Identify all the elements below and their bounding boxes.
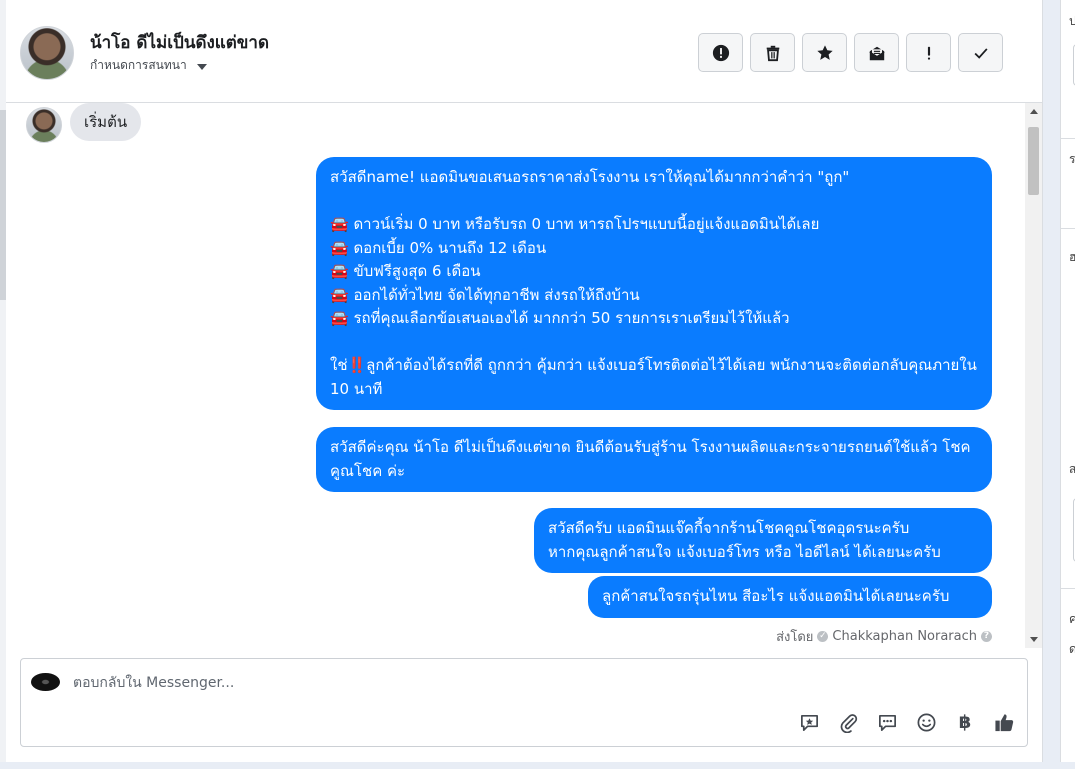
attachment-button[interactable]: [837, 711, 859, 733]
conversation-panel: น้าโอ ดีไม่เป็นดึงแต่ขาด กำหนดการสนทนา เ…: [6, 0, 1043, 762]
assign-conversation-dropdown[interactable]: กำหนดการสนทนา: [90, 56, 207, 75]
outgoing-message: สวัสดีname! แอดมินขอเสนอรถราคาส่งโรงงาน …: [316, 157, 992, 410]
side-panel-label: ส: [1069, 462, 1075, 476]
composer-tools: ฿: [798, 711, 1015, 733]
reply-input[interactable]: [73, 673, 973, 693]
divider: [1061, 588, 1075, 589]
saved-replies-button[interactable]: [876, 711, 898, 733]
conversation-header: น้าโอ ดีไม่เป็นดึงแต่ขาด กำหนดการสนทนา: [6, 0, 1042, 103]
contact-name[interactable]: น้าโอ ดีไม่เป็นดึงแต่ขาด: [90, 29, 269, 56]
star-icon: [816, 44, 833, 60]
sent-by-label: ส่งโดย ✓ Chakkaphan Norarach ?: [776, 626, 992, 647]
thread-scrollbar[interactable]: [1025, 103, 1042, 648]
sent-by-prefix: ส่งโดย: [776, 630, 814, 645]
page-logo: [31, 673, 60, 691]
message-thread: เริ่มต้น สวัสดีname! แอดมินขอเสนอรถราคาส…: [6, 103, 1042, 648]
caret-down-icon: [196, 63, 207, 70]
follow-up-button[interactable]: [906, 33, 951, 72]
outgoing-message: ลูกค้าสนใจรถรุ่นไหน สีอะไร แจ้งแอดมินได้…: [588, 576, 992, 618]
scroll-thumb[interactable]: [1028, 127, 1039, 195]
trash-icon: [766, 45, 779, 61]
like-button[interactable]: [993, 711, 1015, 733]
star-button[interactable]: [802, 33, 847, 72]
alert-circle-icon: [712, 44, 729, 61]
scroll-up-arrow-icon[interactable]: [1030, 109, 1038, 114]
mark-unread-button[interactable]: [854, 33, 899, 72]
divider: [1061, 138, 1075, 139]
bottom-strip: [0, 762, 1075, 769]
side-panel-label: ป: [1069, 14, 1075, 28]
baht-payment-icon: ฿: [958, 711, 972, 733]
attachment-icon: [840, 713, 857, 733]
assign-label: กำหนดการสนทนา: [90, 58, 187, 72]
side-panel-label: ด: [1069, 642, 1075, 656]
help-icon[interactable]: ?: [981, 631, 992, 642]
side-panel-label: ฮ: [1069, 250, 1075, 264]
mark-done-button[interactable]: [958, 33, 1003, 72]
sent-by-name: Chakkaphan Norarach: [832, 629, 977, 644]
incoming-message: เริ่มต้น: [70, 103, 142, 141]
mark-unread-icon: [868, 46, 885, 60]
divider: [1061, 228, 1075, 229]
right-side-panel: ปรฮสคด: [1060, 0, 1075, 762]
sticker-icon: [800, 714, 818, 731]
report-spam-button[interactable]: [698, 33, 743, 72]
side-panel-label: ค: [1069, 612, 1075, 626]
outgoing-message: สวัสดีครับ แอดมินแจ๊คกี้จากร้านโชคคูณโชค…: [534, 508, 992, 573]
verified-icon: ✓: [817, 631, 829, 642]
delete-button[interactable]: [750, 33, 795, 72]
emoji-button[interactable]: [915, 711, 937, 733]
check-icon: [974, 47, 988, 59]
outgoing-message: สวัสดีค่ะคุณ น้าโอ ดีไม่เป็นดึงแต่ขาด ยิ…: [316, 427, 992, 492]
emoji-icon: [917, 713, 935, 731]
contact-avatar[interactable]: [20, 26, 74, 80]
exclamation-icon: [927, 46, 930, 60]
conversation-actions: [698, 33, 1003, 72]
reply-composer: ฿: [20, 658, 1028, 747]
contact-avatar-small: [26, 107, 62, 143]
payment-button[interactable]: ฿: [954, 711, 976, 733]
scroll-down-arrow-icon[interactable]: [1030, 637, 1038, 642]
saved-replies-icon: [878, 714, 896, 731]
like-icon: [994, 713, 1013, 731]
side-panel-label: ร: [1069, 152, 1075, 166]
sticker-button[interactable]: [798, 711, 820, 733]
